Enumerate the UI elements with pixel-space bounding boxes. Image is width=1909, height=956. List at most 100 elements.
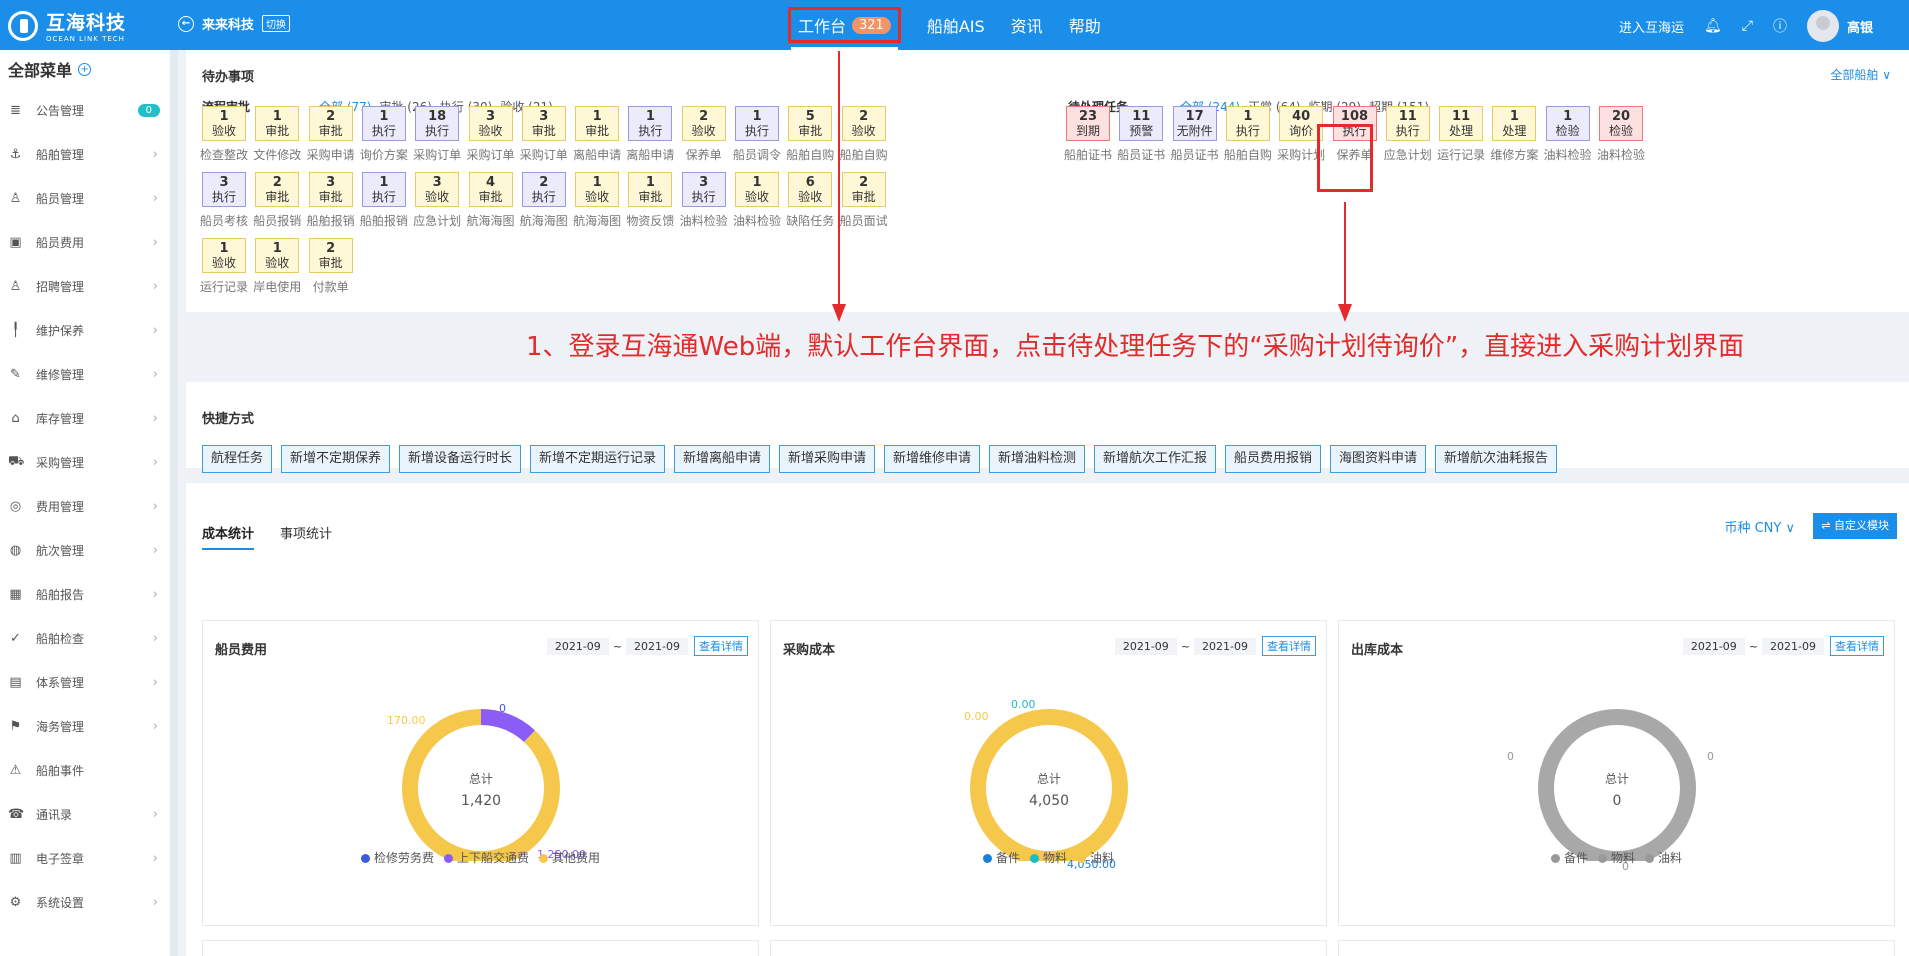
sidebar-item-15[interactable]: ⚠ 船舶事件 (0, 748, 170, 792)
shortcut-button[interactable]: 新增不定期运行记录 (530, 445, 666, 473)
legend-dot (539, 854, 548, 863)
logo[interactable]: 互海科技 OCEAN LINK TECH (8, 8, 126, 43)
sidebar-item-10[interactable]: ◍ 航次管理 › (0, 528, 170, 572)
shortcut-button[interactable]: 新增不定期保养 (281, 445, 391, 473)
legend-item[interactable]: 油料 (1645, 849, 1682, 866)
sidebar-item-5[interactable]: ╿ 维护保养 › (0, 308, 170, 352)
legend-label: 检修劳务费 (373, 851, 434, 865)
sidebar-item-16[interactable]: ☎ 通讯录 › (0, 792, 170, 836)
total-label: 总计 (1036, 772, 1061, 786)
user-name[interactable]: 高银 (1847, 17, 1873, 36)
sidebar-item-8[interactable]: ⛟ 采购管理 › (0, 440, 170, 484)
legend-dot (982, 854, 992, 863)
nav-workstation[interactable]: 工作台 321 (788, 7, 901, 50)
company-switcher[interactable]: ← 来来科技 切换 (178, 14, 291, 33)
top-navbar: 互海科技 OCEAN LINK TECH ← 来来科技 切换 工作台 321 船… (0, 0, 1909, 50)
nav-help[interactable]: 帮助 (1069, 13, 1101, 37)
tab-item-stats[interactable]: 事项统计 (280, 523, 332, 550)
shortcut-button[interactable]: 新增航次工作汇报 (1094, 445, 1217, 473)
legend-item[interactable]: 上下船交通费 (443, 849, 529, 866)
crew-icon: ♙ (9, 190, 22, 206)
sidebar-item-12[interactable]: ✓ 船舶检查 › (0, 616, 170, 660)
sidebar-item-11[interactable]: ▦ 船舶报告 › (0, 572, 170, 616)
sidebar-item-4[interactable]: ♙ 招聘管理 › (0, 264, 170, 308)
shortcut-button[interactable]: 船员费用报销 (1225, 445, 1322, 473)
total-value: 0 (1612, 793, 1622, 809)
sidebar-item-label: 体系管理 (36, 675, 85, 690)
sidebar-item-14[interactable]: ⚑ 海务管理 › (0, 704, 170, 748)
sidebar-item-17[interactable]: ▥ 电子签章 › (0, 836, 170, 880)
nav-news[interactable]: 资讯 (1011, 13, 1043, 37)
bell-icon[interactable]: 🔔︎ (1704, 18, 1722, 34)
total-value: 1,420 (460, 793, 502, 809)
wallet-icon: ▣ (9, 234, 22, 250)
fullscreen-icon[interactable]: ⤢ (1742, 18, 1753, 34)
signpost-icon: ⚑ (9, 718, 22, 734)
calendar-icon: ▦ (9, 586, 22, 602)
legend-item[interactable]: 检修劳务费 (360, 849, 434, 866)
arrow-head-1 (832, 304, 846, 322)
document-icon: ▤ (9, 674, 22, 690)
shortcut-button[interactable]: 新增设备运行时长 (399, 445, 522, 473)
chevron-right-icon: › (152, 190, 158, 206)
coins-icon: ◎ (9, 498, 22, 514)
sidebar-title: 全部菜单 (8, 61, 73, 80)
slice-value-label: 170.00 (387, 714, 426, 727)
chevron-right-icon: › (152, 894, 158, 910)
sidebar-item-3[interactable]: ▣ 船员费用 › (0, 220, 170, 264)
anchor-icon: ⚓ (9, 146, 22, 162)
plus-icon[interactable]: + (78, 62, 92, 76)
nav-ais[interactable]: 船舶AIS (927, 13, 985, 37)
sidebar-item-18[interactable]: ⚙ 系统设置 › (0, 880, 170, 924)
back-icon[interactable]: ← (178, 15, 194, 32)
workstation-badge: 321 (852, 16, 891, 34)
enter-shipping-link[interactable]: 进入互海运 (1619, 17, 1684, 36)
legend-item[interactable]: 物料 (1597, 849, 1635, 866)
sidebar-item-1[interactable]: ⚓ 船舶管理 › (0, 132, 170, 176)
chevron-right-icon: › (152, 498, 158, 514)
legend-item[interactable]: 油料 (1077, 849, 1114, 866)
sidebar-item-7[interactable]: ⌂ 库存管理 › (0, 396, 170, 440)
shortcut-button[interactable]: 航程任务 (202, 445, 273, 473)
legend-item[interactable]: 备件 (1550, 849, 1588, 866)
currency-selector[interactable]: 币种 CNY ∨ (1724, 517, 1795, 536)
legend-item[interactable]: 物料 (1029, 849, 1067, 866)
custom-module-button[interactable]: ⇌ 自定义模块 (1813, 513, 1897, 539)
shortcut-button[interactable]: 海图资料申请 (1330, 445, 1427, 473)
chevron-right-icon: › (152, 366, 158, 382)
shortcut-button[interactable]: 新增航次油耗报告 (1435, 445, 1558, 473)
tab-cost-stats[interactable]: 成本统计 (202, 523, 255, 550)
help-icon[interactable]: ⓘ (1773, 16, 1787, 36)
shortcut-button[interactable]: 新增油料检测 (989, 445, 1086, 473)
maintenance-icon: ╿ (11, 322, 20, 338)
shortcut-button[interactable]: 新增采购申请 (779, 445, 876, 473)
sidebar-item-0[interactable]: ≣ 公告管理 0 (0, 88, 170, 132)
chevron-right-icon: › (152, 234, 158, 250)
announcement-icon: ≣ (10, 102, 21, 118)
legend-label: 物料 (1042, 851, 1067, 865)
legend-item[interactable]: 其他费用 (539, 849, 600, 866)
shortcut-button[interactable]: 新增维修申请 (884, 445, 981, 473)
sidebar-item-label: 维护保养 (36, 323, 85, 338)
sidebar-item-label: 船舶事件 (36, 763, 85, 778)
legend-dot (360, 854, 370, 863)
shortcuts-title: 快捷方式 (202, 412, 255, 427)
sidebar-item-2[interactable]: ♙ 船员管理 › (0, 176, 170, 220)
switch-company-button[interactable]: 切换 (262, 15, 291, 32)
sidebar-item-label: 系统设置 (36, 895, 85, 910)
warehouse-icon: ⌂ (11, 410, 20, 426)
check-circle-icon: ✓ (10, 630, 21, 646)
sidebar-item-9[interactable]: ◎ 费用管理 › (0, 484, 170, 528)
shortcuts-card: 快捷方式 航程任务 新增不定期保养 新增设备运行时长 新增不定期运行记录 新增离船申请新… (186, 382, 1909, 473)
sidebar-item-6[interactable]: ✎ 维修管理 › (0, 352, 170, 396)
avatar[interactable] (1806, 10, 1839, 42)
chevron-right-icon: › (152, 630, 158, 646)
donut-chart (970, 709, 1128, 861)
slice-value-label: 0.00 (964, 710, 989, 723)
sidebar-item-13[interactable]: ▤ 体系管理 › (0, 660, 170, 704)
legend-item[interactable]: 备件 (982, 849, 1020, 866)
sidebar-item-label: 通讯录 (36, 807, 73, 822)
shortcut-button[interactable]: 新增离船申请 (674, 445, 771, 473)
legend-label: 备件 (1563, 851, 1588, 865)
arrow-head-2 (1338, 304, 1352, 322)
